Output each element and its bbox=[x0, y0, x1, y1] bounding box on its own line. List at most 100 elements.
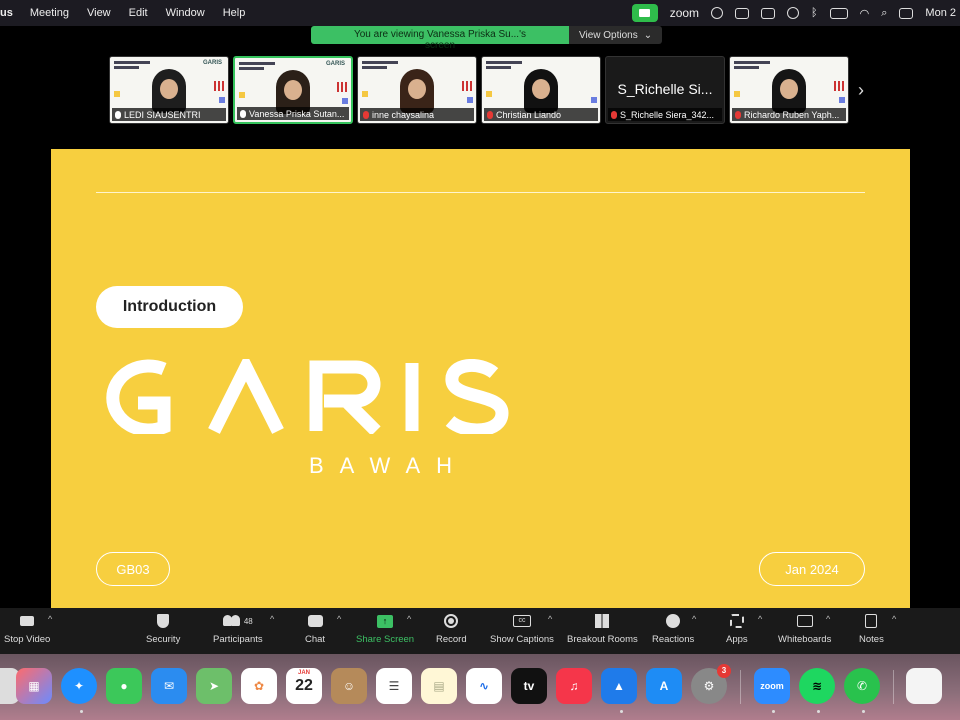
menubar-clock[interactable]: Mon 2 bbox=[925, 7, 956, 19]
video-status-icon[interactable] bbox=[631, 4, 658, 22]
reminders-icon[interactable]: ☰ bbox=[376, 668, 412, 704]
notes-caret-icon[interactable]: ^ bbox=[892, 614, 896, 624]
menu-edit[interactable]: Edit bbox=[120, 7, 157, 19]
mic-muted-icon bbox=[487, 110, 493, 119]
mic-muted-icon bbox=[611, 110, 617, 119]
security-button[interactable]: Security bbox=[146, 612, 180, 645]
music-icon[interactable]: ♫ bbox=[556, 668, 592, 704]
share-caret-icon[interactable]: ^ bbox=[407, 614, 411, 624]
airdrop-icon[interactable] bbox=[787, 7, 800, 19]
video-camera-icon bbox=[20, 616, 35, 626]
running-indicator bbox=[80, 710, 83, 713]
menu-window[interactable]: Window bbox=[157, 7, 214, 19]
record-button[interactable]: Record bbox=[436, 612, 467, 645]
display-icon[interactable] bbox=[761, 7, 776, 19]
control-center-icon[interactable] bbox=[899, 7, 914, 19]
zoom-app-icon[interactable]: zoom bbox=[754, 668, 790, 704]
whiteboards-caret-icon[interactable]: ^ bbox=[826, 614, 830, 624]
messages-icon[interactable]: ● bbox=[106, 668, 142, 704]
participant-tile[interactable]: Richardo Ruben Yaph... bbox=[729, 56, 849, 124]
safari-icon[interactable]: ✦ bbox=[61, 668, 97, 704]
notes-app-icon[interactable]: ▤ bbox=[421, 668, 457, 704]
calendar-month: JAN bbox=[297, 670, 310, 676]
participant-video bbox=[524, 69, 558, 113]
viewing-banner: You are viewing Vanessa Priska Su...'s s… bbox=[311, 26, 663, 51]
mail-icon[interactable]: ✉ bbox=[151, 668, 187, 704]
photos-icon[interactable]: ✿ bbox=[241, 668, 277, 704]
cloud-icon[interactable] bbox=[735, 7, 750, 19]
whatsapp-icon[interactable]: ✆ bbox=[844, 668, 880, 704]
notes-button[interactable]: Notes bbox=[859, 612, 884, 645]
apps-button[interactable]: Apps bbox=[726, 612, 748, 645]
maps-icon[interactable]: ➤ bbox=[196, 668, 232, 704]
participant-tile[interactable]: inne chaysalina bbox=[357, 56, 477, 124]
calendar-icon[interactable]: JAN 22 bbox=[286, 668, 322, 704]
view-options-label: View Options bbox=[579, 29, 638, 41]
show-captions-button[interactable]: cc Show Captions bbox=[490, 612, 554, 645]
share-screen-icon: ↑ bbox=[377, 614, 394, 628]
menu-app-name[interactable]: us bbox=[0, 7, 21, 19]
pin-icon bbox=[115, 110, 121, 119]
menu-meeting[interactable]: Meeting bbox=[21, 7, 78, 19]
zoom-menu-label[interactable]: zoom bbox=[670, 6, 699, 20]
participant-tile-active-speaker[interactable]: GARIS Vanessa Priska Sutan... bbox=[233, 56, 353, 124]
slide-divider bbox=[96, 192, 865, 193]
menu-help[interactable]: Help bbox=[214, 7, 255, 19]
contacts-icon[interactable]: ☺ bbox=[331, 668, 367, 704]
recent-document-icon[interactable] bbox=[906, 668, 942, 704]
participant-video bbox=[400, 69, 434, 113]
running-indicator bbox=[817, 710, 820, 713]
emoji-icon bbox=[666, 614, 681, 628]
captions-caret-icon[interactable]: ^ bbox=[548, 614, 552, 624]
freeform-icon[interactable]: ∿ bbox=[466, 668, 502, 704]
apps-icon bbox=[729, 614, 744, 628]
whiteboards-button[interactable]: Whiteboards bbox=[778, 612, 831, 645]
slide-tag: Introduction bbox=[96, 286, 243, 328]
stop-video-button[interactable]: Stop Video bbox=[4, 612, 50, 645]
battery-icon[interactable] bbox=[829, 7, 848, 19]
breakout-rooms-button[interactable]: Breakout Rooms bbox=[567, 612, 638, 645]
apple-tv-icon[interactable]: tv bbox=[511, 668, 547, 704]
slide-date-badge: Jan 2024 bbox=[759, 552, 865, 586]
chat-caret-icon[interactable]: ^ bbox=[337, 614, 341, 624]
dock-separator bbox=[893, 670, 894, 704]
next-page-arrow-icon[interactable]: › bbox=[858, 80, 864, 101]
video-options-caret-icon[interactable]: ^ bbox=[48, 614, 52, 624]
participant-name: LEDI SIAUSENTRI bbox=[124, 109, 201, 120]
search-icon[interactable]: ⌕ bbox=[881, 7, 887, 20]
reactions-button[interactable]: Reactions bbox=[652, 612, 694, 645]
launchpad-icon[interactable]: ▦ bbox=[16, 668, 52, 704]
share-screen-button[interactable]: ↑ Share Screen bbox=[356, 612, 414, 645]
garis-logo bbox=[106, 359, 509, 434]
reactions-caret-icon[interactable]: ^ bbox=[692, 614, 696, 624]
participants-label: Participants bbox=[213, 634, 263, 645]
chat-label: Chat bbox=[305, 634, 326, 645]
participant-name: S_Richelle Siera_342... bbox=[620, 109, 715, 120]
apps-caret-icon[interactable]: ^ bbox=[758, 614, 762, 624]
chat-bubble-icon bbox=[307, 615, 323, 627]
view-options-button[interactable]: View Options ⌄ bbox=[569, 26, 663, 44]
menu-view[interactable]: View bbox=[78, 7, 120, 19]
keynote-icon[interactable]: ▲ bbox=[601, 668, 637, 704]
app-store-icon[interactable]: A bbox=[646, 668, 682, 704]
chat-button[interactable]: Chat bbox=[305, 612, 325, 645]
participant-tile[interactable]: Christian Liando bbox=[481, 56, 601, 124]
shared-screen-slide: Introduction BAWAH GB03 Jan 2024 bbox=[51, 149, 910, 608]
participants-button[interactable]: 48 Participants bbox=[213, 612, 263, 645]
wifi-icon[interactable]: ◠ bbox=[860, 7, 870, 20]
participant-tile[interactable]: GARIS LEDI SIAUSENTRI bbox=[109, 56, 229, 124]
show-captions-label: Show Captions bbox=[490, 634, 554, 645]
participant-tile-video-off[interactable]: S_Richelle Si... S_Richelle Siera_342... bbox=[605, 56, 725, 124]
pin-icon bbox=[240, 109, 246, 118]
participant-name: inne chaysalina bbox=[372, 109, 435, 120]
system-settings-icon[interactable]: ⚙ 3 bbox=[691, 664, 731, 704]
participant-display-name: S_Richelle Si... bbox=[617, 81, 713, 97]
participants-caret-icon[interactable]: ^ bbox=[270, 614, 274, 624]
breakout-rooms-label: Breakout Rooms bbox=[567, 634, 638, 645]
breakout-rooms-icon bbox=[595, 614, 610, 628]
participant-name: Christian Liando bbox=[496, 109, 562, 120]
spotify-icon[interactable]: ≋ bbox=[799, 668, 835, 704]
screen-share-status-icon[interactable] bbox=[711, 7, 724, 19]
bluetooth-icon[interactable]: ᛒ bbox=[811, 7, 818, 19]
mic-muted-icon bbox=[363, 110, 369, 119]
